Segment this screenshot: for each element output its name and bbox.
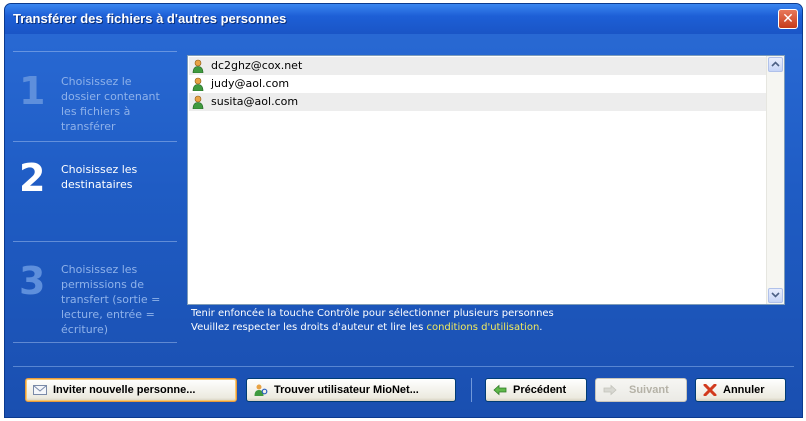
cancel-x-icon [703,384,717,396]
list-item[interactable]: susita@aol.com [189,93,766,111]
title-bar[interactable]: Transférer des fichiers à d'autres perso… [5,4,802,34]
find-user-button-label: Trouver utilisateur MioNet... [274,384,419,396]
chevron-down-icon [771,292,780,298]
step-divider [13,141,177,142]
copyright-period: . [539,322,543,333]
previous-button-label: Précédent [513,384,567,396]
step-divider [13,342,177,343]
terms-link[interactable]: conditions d'utilisation [426,322,539,333]
step-1-number: 1 [19,69,46,113]
step-3-label: Choisissez les permissions de transfert … [61,263,161,336]
step-divider [13,241,177,242]
button-separator [471,378,472,402]
previous-button[interactable]: Précédent [485,378,587,402]
user-icon [192,95,204,109]
close-icon: ✕ [782,11,794,27]
list-scrollbar[interactable] [766,56,784,304]
arrow-right-icon [603,384,617,396]
step-2-label: Choisissez les destinataires [61,163,138,191]
recipients-list[interactable]: dc2ghz@cox.net judy@aol.com susita@aol.c… [187,55,785,305]
list-item[interactable]: dc2ghz@cox.net [189,57,766,75]
envelope-icon [33,385,47,395]
step-divider [13,51,177,52]
cancel-button-label: Annuler [723,384,765,396]
recipient-email: dc2ghz@cox.net [211,59,303,72]
copyright-text: Veuillez respecter les droits d'auteur e… [191,322,427,333]
scroll-up-button[interactable] [768,57,783,72]
next-button[interactable]: Suivant [595,378,687,402]
invite-button-label: Inviter nouvelle personne... [53,384,196,396]
cancel-button[interactable]: Annuler [695,378,786,402]
recipient-email: judy@aol.com [211,77,290,90]
footer-divider [13,366,794,367]
invite-button[interactable]: Inviter nouvelle personne... [25,378,237,402]
scroll-down-button[interactable] [768,288,783,303]
multi-select-hint: Tenir enfoncée la touche Contrôle pour s… [191,308,554,319]
recipient-email: susita@aol.com [211,95,299,108]
window-title: Transférer des fichiers à d'autres perso… [13,11,287,26]
chevron-up-icon [771,61,780,67]
user-search-icon [254,384,268,396]
step-1-label: Choisissez le dossier contenant les fich… [61,75,160,133]
next-button-label: Suivant [629,384,669,396]
transfer-dialog: Transférer des fichiers à d'autres perso… [4,3,803,418]
user-icon [192,77,204,91]
copyright-notice: Veuillez respecter les droits d'auteur e… [191,322,542,333]
step-3-number: 3 [19,259,46,303]
user-icon [192,59,204,73]
find-user-button[interactable]: Trouver utilisateur MioNet... [246,378,456,402]
close-button[interactable]: ✕ [778,9,798,29]
list-item[interactable]: judy@aol.com [189,75,766,93]
arrow-left-icon [493,384,507,396]
step-2-number: 2 [19,156,46,200]
